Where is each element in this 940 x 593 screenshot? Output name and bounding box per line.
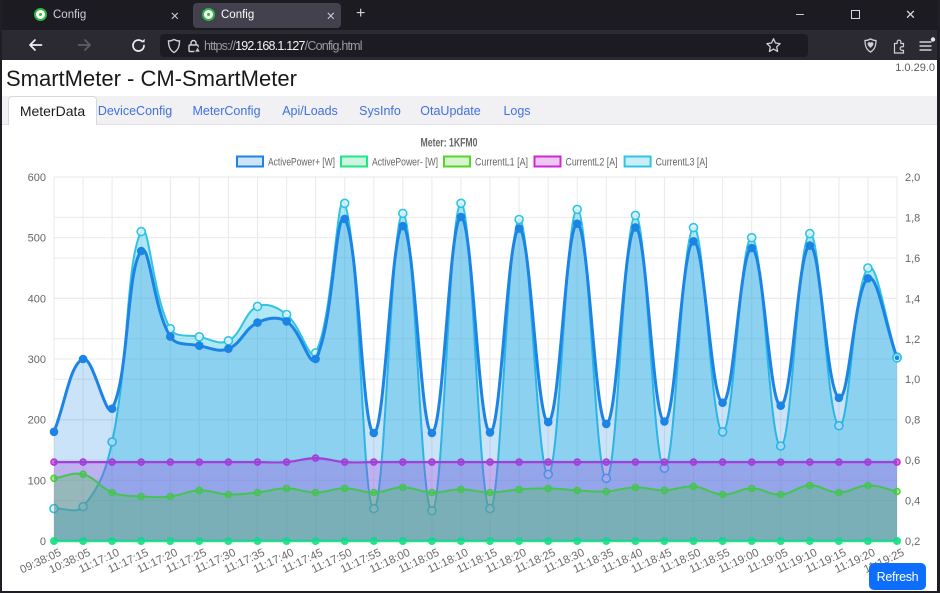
svg-text:CurrentL1 [A]: CurrentL1 [A] <box>475 157 528 169</box>
svg-text:300: 300 <box>28 354 46 366</box>
svg-text:200: 200 <box>28 415 46 427</box>
svg-text:1,0: 1,0 <box>905 374 920 386</box>
svg-text:0,8: 0,8 <box>905 415 920 427</box>
svg-text:100: 100 <box>28 475 46 487</box>
svg-text:1,4: 1,4 <box>905 293 920 305</box>
svg-text:0,6: 0,6 <box>905 455 920 467</box>
svg-text:1,2: 1,2 <box>905 334 920 346</box>
svg-text:1,8: 1,8 <box>905 212 920 224</box>
svg-text:0: 0 <box>40 536 46 548</box>
svg-text:500: 500 <box>28 233 46 245</box>
svg-text:400: 400 <box>28 293 46 305</box>
svg-text:1,6: 1,6 <box>905 253 920 265</box>
svg-text:ActivePower- [W]: ActivePower- [W] <box>372 157 438 169</box>
svg-text:Meter: 1KFM0: Meter: 1KFM0 <box>421 138 478 150</box>
svg-text:2,0: 2,0 <box>905 172 920 184</box>
svg-text:0,2: 0,2 <box>905 536 920 548</box>
svg-text:600: 600 <box>28 172 46 184</box>
svg-text:CurrentL3 [A]: CurrentL3 [A] <box>656 157 708 169</box>
svg-text:0,4: 0,4 <box>905 496 920 508</box>
svg-text:ActivePower+ [W]: ActivePower+ [W] <box>268 157 335 169</box>
svg-text:CurrentL2 [A]: CurrentL2 [A] <box>566 157 618 169</box>
